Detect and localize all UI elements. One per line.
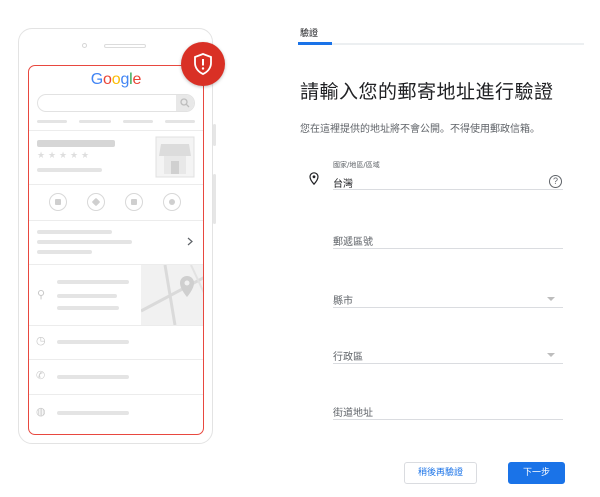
verification-badge xyxy=(181,42,225,86)
mock-text-line xyxy=(57,306,119,310)
postal-code-field[interactable]: 郵遞區號 xyxy=(333,232,563,250)
mock-text-line xyxy=(57,411,129,415)
phone-illustration: Google ★ ★ ★ ★ ★ ⚲ ◷ ✆ ◍ xyxy=(18,28,216,444)
star-icon: ★ xyxy=(81,151,90,161)
phone-camera xyxy=(82,43,87,48)
field-underline xyxy=(333,307,563,308)
mock-tab xyxy=(165,120,195,123)
directions-icon xyxy=(87,193,105,211)
star-icon: ★ xyxy=(70,151,79,161)
phone-icon: ✆ xyxy=(36,369,46,382)
website-icon xyxy=(163,193,181,211)
postal-code-placeholder: 郵遞區號 xyxy=(333,237,373,248)
location-pin-icon xyxy=(309,172,319,185)
map-thumbnail xyxy=(141,265,203,325)
star-icon: ★ xyxy=(37,151,46,161)
phone-screen: Google ★ ★ ★ ★ ★ ⚲ ◷ ✆ ◍ xyxy=(28,65,204,435)
clock-icon: ◷ xyxy=(36,334,46,347)
mock-search-button xyxy=(176,95,194,111)
country-field[interactable]: 國家/地區/區域 台灣 xyxy=(333,160,563,190)
field-underline xyxy=(333,419,563,420)
mock-text-line xyxy=(57,375,129,379)
globe-icon: ◍ xyxy=(36,405,46,418)
country-value[interactable]: 台灣 xyxy=(333,175,353,190)
divider xyxy=(29,220,203,221)
location-pin-icon: ⚲ xyxy=(37,288,46,301)
chevron-right-icon xyxy=(187,237,193,246)
district-select[interactable]: 行政區 xyxy=(333,347,563,365)
divider xyxy=(29,359,203,360)
page-title: 請輸入您的郵寄地址進行驗證 xyxy=(300,81,554,103)
chevron-down-icon xyxy=(547,297,555,301)
divider xyxy=(29,325,203,326)
phone-side-button xyxy=(213,174,216,224)
star-icon: ★ xyxy=(48,151,57,161)
tab-active-indicator xyxy=(298,42,332,45)
mock-business-name xyxy=(37,140,115,147)
logo-letter: G xyxy=(90,71,104,88)
mock-tab xyxy=(123,120,153,123)
star-icon: ★ xyxy=(59,151,68,161)
city-placeholder: 縣市 xyxy=(333,296,353,307)
mock-text-line xyxy=(57,340,129,344)
street-placeholder: 街道地址 xyxy=(333,408,373,419)
mock-search-bar xyxy=(37,94,195,112)
mock-tab xyxy=(37,120,67,123)
chevron-down-icon xyxy=(547,353,555,357)
divider xyxy=(29,184,203,185)
shield-alert-icon xyxy=(194,53,212,75)
save-icon xyxy=(125,193,143,211)
tab-underline-track xyxy=(298,43,584,45)
search-icon xyxy=(180,98,190,108)
logo-letter: o xyxy=(103,71,112,88)
mock-text-line xyxy=(57,280,129,284)
mock-text-line xyxy=(37,240,132,244)
page-subtitle: 您在這裡提供的地址將不會公開。不得使用郵政信箱。 xyxy=(300,124,540,135)
google-logo: Google xyxy=(29,71,203,89)
mock-text-line xyxy=(37,168,102,172)
street-field[interactable]: 街道地址 xyxy=(333,403,563,421)
logo-letter: g xyxy=(120,71,130,88)
country-label: 國家/地區/區域 xyxy=(333,161,380,169)
logo-letter: o xyxy=(111,71,121,88)
phone-side-button xyxy=(213,124,216,146)
field-underline xyxy=(333,363,563,364)
mock-text-line xyxy=(37,250,92,254)
logo-letter: e xyxy=(132,71,142,88)
divider xyxy=(29,130,203,131)
phone-speaker xyxy=(104,44,146,48)
district-placeholder: 行政區 xyxy=(333,352,363,363)
tab-verify[interactable]: 驗證 xyxy=(300,26,318,39)
mock-text-line xyxy=(37,230,112,234)
mock-text-line xyxy=(57,294,117,298)
field-underline xyxy=(333,248,563,249)
verify-later-button[interactable]: 稍後再驗證 xyxy=(404,462,477,484)
storefront-icon xyxy=(155,136,195,178)
mock-tab xyxy=(79,120,111,123)
help-icon[interactable]: ? xyxy=(549,175,562,188)
next-button[interactable]: 下一步 xyxy=(508,462,565,484)
phone-icon xyxy=(49,193,67,211)
city-select[interactable]: 縣市 xyxy=(333,291,563,309)
divider xyxy=(29,394,203,395)
field-underline xyxy=(333,189,563,190)
